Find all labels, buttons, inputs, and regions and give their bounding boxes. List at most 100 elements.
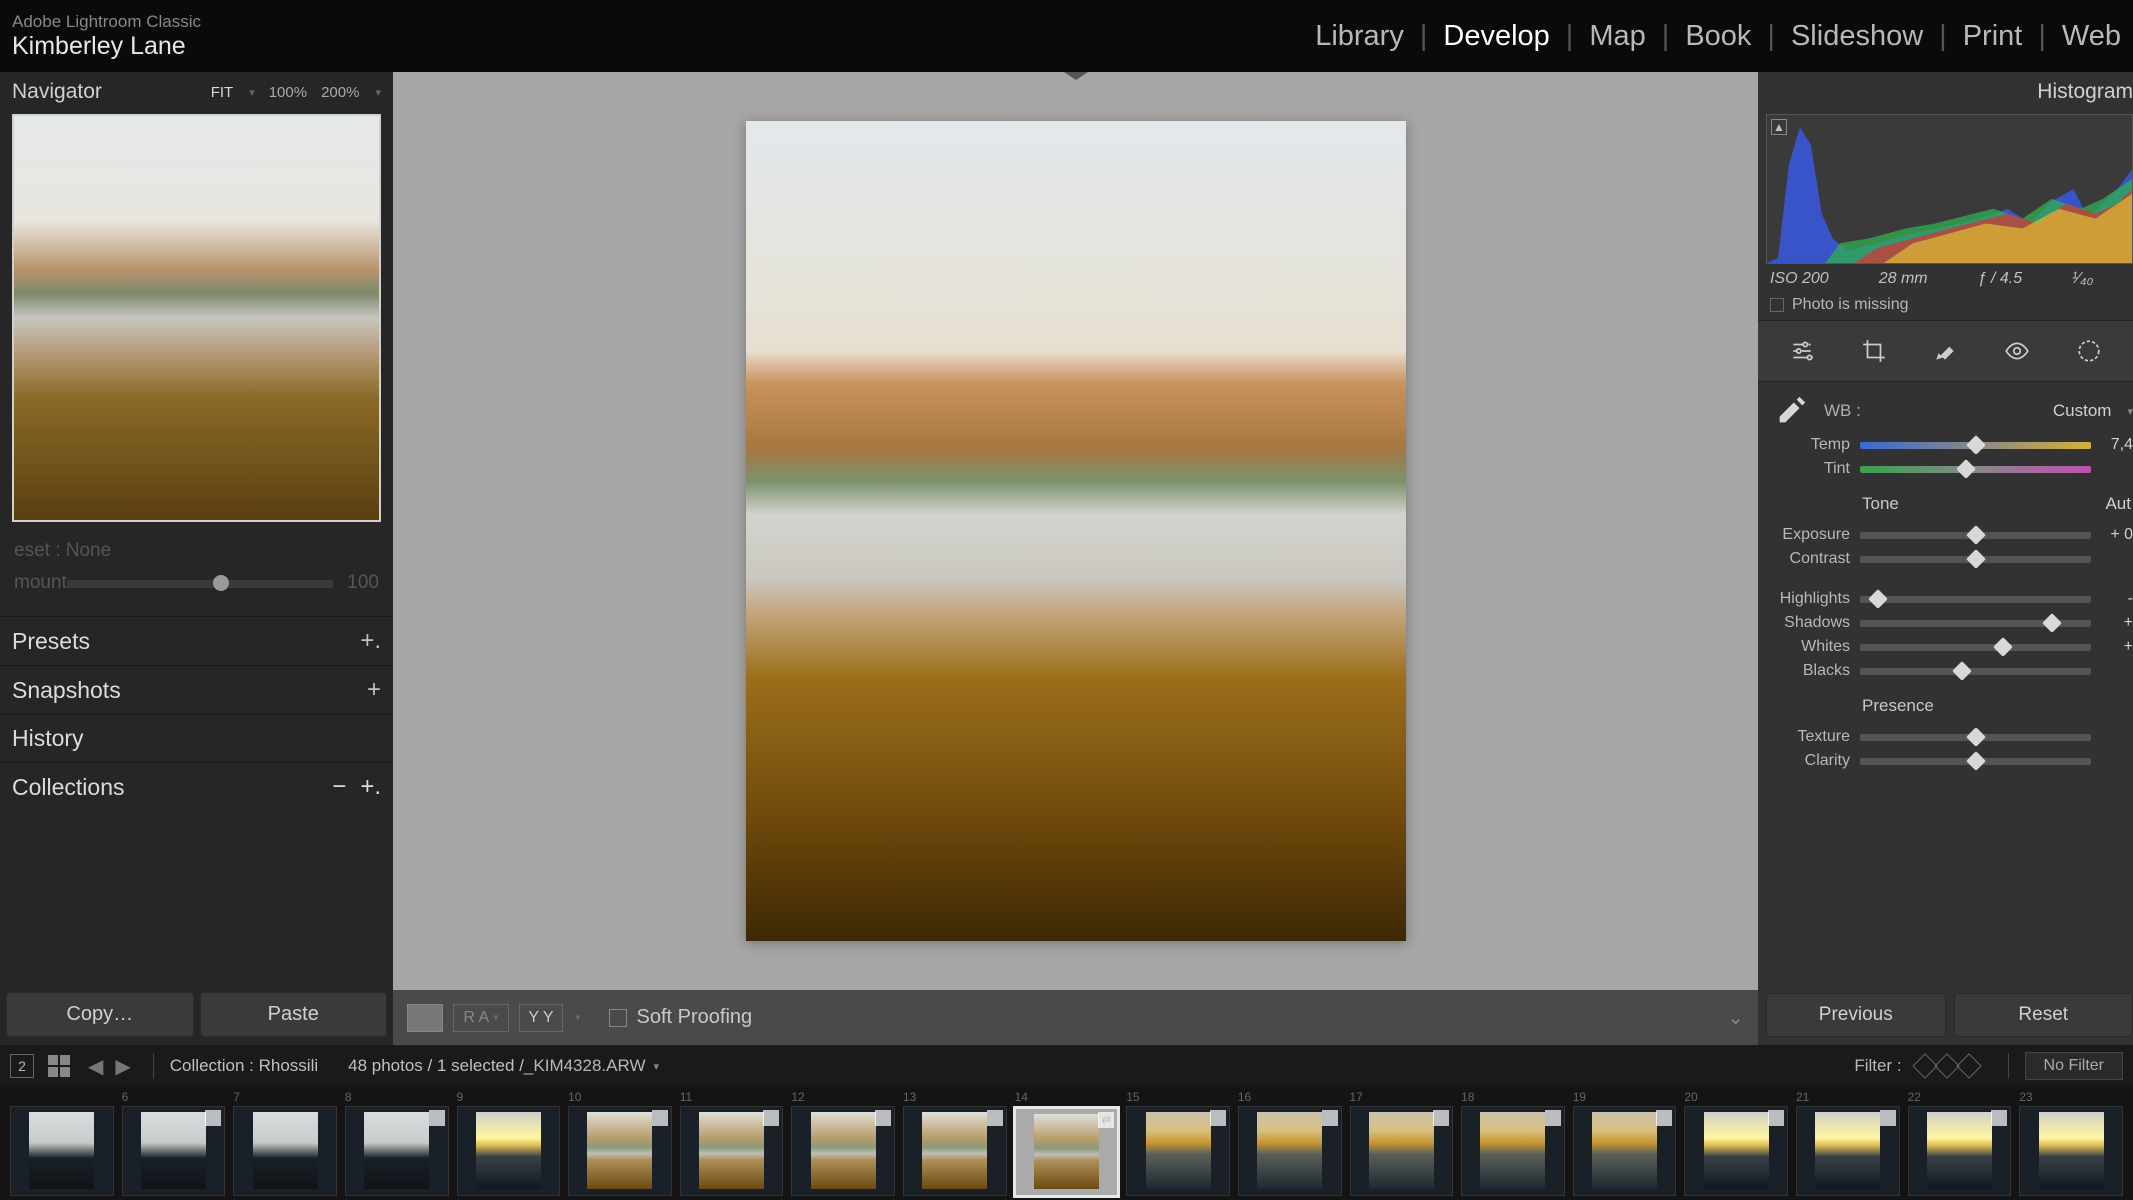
slider-value[interactable]: + [2101, 638, 2133, 656]
wb-eyedropper-icon[interactable] [1772, 392, 1810, 430]
temp-slider-row: Temp7,4 [1772, 436, 2133, 454]
dropdown-icon[interactable]: ▾ [2127, 405, 2133, 418]
shadows-slider[interactable] [1860, 620, 2091, 627]
healing-icon[interactable] [1929, 335, 1961, 367]
dropdown-icon[interactable]: ▾ [654, 1060, 660, 1073]
module-slideshow[interactable]: Slideshow [1791, 20, 1923, 53]
slider-value[interactable]: - [2101, 590, 2133, 608]
filmstrip-thumb[interactable]: 12⇄ [787, 1090, 899, 1198]
reset-button[interactable]: Reset [1954, 993, 2133, 1037]
crop-icon[interactable] [1858, 335, 1890, 367]
auto-tone-button[interactable]: Aut [2105, 494, 2131, 514]
toolbar-chevron-icon[interactable]: ⌄ [1727, 1005, 1744, 1030]
filmstrip-thumb[interactable]: 13⇄ [899, 1090, 1011, 1198]
filmstrip-thumb[interactable]: 19⇄ [1569, 1090, 1681, 1198]
filmstrip-thumb[interactable]: 9 [453, 1090, 565, 1198]
amount-slider[interactable] [67, 580, 333, 588]
highlights-slider[interactable] [1860, 596, 2091, 603]
filmstrip-thumb[interactable]: 11⇄ [676, 1090, 788, 1198]
previous-button[interactable]: Previous [1766, 993, 1946, 1037]
filmstrip-thumb[interactable]: 14⇄ [1011, 1090, 1123, 1198]
slider-value[interactable]: + 0 [2101, 526, 2133, 544]
add-icon[interactable]: + [367, 676, 381, 704]
right-panel: Histogram ▲ ISO 200 28 mm ƒ / 4.5 ¹⁄₄₀ P… [1758, 72, 2133, 1045]
contrast-slider[interactable] [1860, 556, 2091, 563]
next-photo-icon[interactable]: ▶ [115, 1054, 130, 1079]
filmstrip-thumb[interactable]: 22⇄ [1904, 1090, 2016, 1198]
filmstrip[interactable]: 6⇄78⇄910⇄11⇄12⇄13⇄14⇄15⇄16⇄17⇄18⇄19⇄20⇄2… [0, 1087, 2133, 1200]
add-icon[interactable]: +. [360, 773, 381, 801]
slider-value[interactable]: 7,4 [2101, 436, 2133, 454]
filmstrip-thumb[interactable]: 17⇄ [1346, 1090, 1458, 1198]
collections-section[interactable]: Collections − +. [0, 762, 393, 811]
slider-value[interactable]: + [2101, 614, 2133, 632]
filmstrip-thumb[interactable]: 20⇄ [1680, 1090, 1792, 1198]
filmstrip-thumb[interactable]: 8⇄ [341, 1090, 453, 1198]
histogram[interactable]: ▲ [1766, 114, 2133, 264]
module-book[interactable]: Book [1685, 20, 1751, 53]
grid-view-icon[interactable] [48, 1055, 70, 1077]
redeye-icon[interactable] [2001, 335, 2033, 367]
zoom-200[interactable]: 200% [321, 84, 359, 101]
history-section[interactable]: History [0, 714, 393, 762]
masking-icon[interactable] [2073, 335, 2105, 367]
exposure-slider[interactable] [1860, 532, 2091, 539]
filmstrip-thumb[interactable]: 15⇄ [1122, 1090, 1234, 1198]
secondary-display-button[interactable]: 2 [10, 1054, 34, 1078]
filmstrip-thumb[interactable]: 21⇄ [1792, 1090, 1904, 1198]
flag-filter-icon[interactable] [1956, 1053, 1981, 1078]
filmstrip-thumb[interactable]: 7 [229, 1090, 341, 1198]
app-header: Adobe Lightroom Classic Kimberley Lane L… [0, 0, 2133, 72]
navigator-preview[interactable] [12, 114, 381, 522]
clarity-slider[interactable] [1860, 758, 2091, 765]
module-web[interactable]: Web [2062, 20, 2121, 53]
filter-preset-dropdown[interactable]: No Filter [2025, 1052, 2123, 1080]
tone-header: Tone [1862, 494, 1899, 514]
copy-button[interactable]: Copy… [6, 992, 194, 1037]
basic-panel: WB : Custom ▾ Temp7,4Tint Tone Aut Expos… [1758, 382, 2133, 786]
current-filename[interactable]: _KIM4328.ARW [524, 1056, 646, 1076]
whites-slider[interactable] [1860, 644, 2091, 651]
filmstrip-thumb[interactable] [6, 1090, 118, 1198]
blacks-slider[interactable] [1860, 668, 2091, 675]
module-map[interactable]: Map [1589, 20, 1645, 53]
collection-name[interactable]: Collection : Rhossili [170, 1056, 318, 1076]
left-panel: Navigator FIT▾100%200%▾ eset : None moun… [0, 72, 393, 1045]
edit-badge-icon: ⇄ [875, 1110, 891, 1126]
slider-label: Whites [1772, 638, 1850, 656]
paste-button[interactable]: Paste [200, 992, 388, 1037]
prev-photo-icon[interactable]: ◀ [88, 1054, 103, 1079]
loupe-view-button[interactable] [407, 1004, 443, 1032]
wb-value-dropdown[interactable]: Custom [2053, 401, 2112, 421]
filmstrip-thumb[interactable]: 6⇄ [118, 1090, 230, 1198]
tint-slider[interactable] [1860, 466, 2091, 473]
before-after-button[interactable]: R A▾ [453, 1004, 509, 1032]
minus-icon[interactable]: − [332, 773, 346, 801]
snapshots-section[interactable]: Snapshots + [0, 665, 393, 714]
module-switcher: Library|Develop|Map|Book|Slideshow|Print… [1315, 20, 2121, 53]
filmstrip-thumb[interactable]: 23 [2015, 1090, 2127, 1198]
zoom-100[interactable]: 100% [269, 84, 307, 101]
filmstrip-thumb[interactable]: 10⇄ [564, 1090, 676, 1198]
dropdown-icon[interactable]: ▾ [249, 86, 255, 99]
edit-sliders-icon[interactable] [1786, 335, 1818, 367]
add-icon[interactable]: +. [360, 627, 381, 655]
filmstrip-thumb[interactable]: 18⇄ [1457, 1090, 1569, 1198]
main-photo[interactable] [746, 121, 1406, 941]
soft-proofing-checkbox[interactable] [609, 1009, 627, 1027]
develop-tool-strip [1758, 320, 2133, 382]
collections-label: Collections [12, 774, 125, 801]
texture-slider[interactable] [1860, 734, 2091, 741]
temp-slider[interactable] [1860, 442, 2091, 449]
zoom-fit[interactable]: FIT [211, 84, 234, 101]
presets-section[interactable]: Presets +. [0, 616, 393, 665]
compare-button[interactable]: Y Y [519, 1004, 563, 1032]
module-library[interactable]: Library [1315, 20, 1404, 53]
slider-label: Exposure [1772, 526, 1850, 544]
dropdown-icon[interactable]: ▾ [575, 1011, 581, 1024]
panel-expand-icon[interactable] [1064, 72, 1088, 80]
module-print[interactable]: Print [1963, 20, 2023, 53]
filmstrip-thumb[interactable]: 16⇄ [1234, 1090, 1346, 1198]
module-develop[interactable]: Develop [1443, 20, 1549, 53]
dropdown-icon[interactable]: ▾ [375, 86, 381, 99]
